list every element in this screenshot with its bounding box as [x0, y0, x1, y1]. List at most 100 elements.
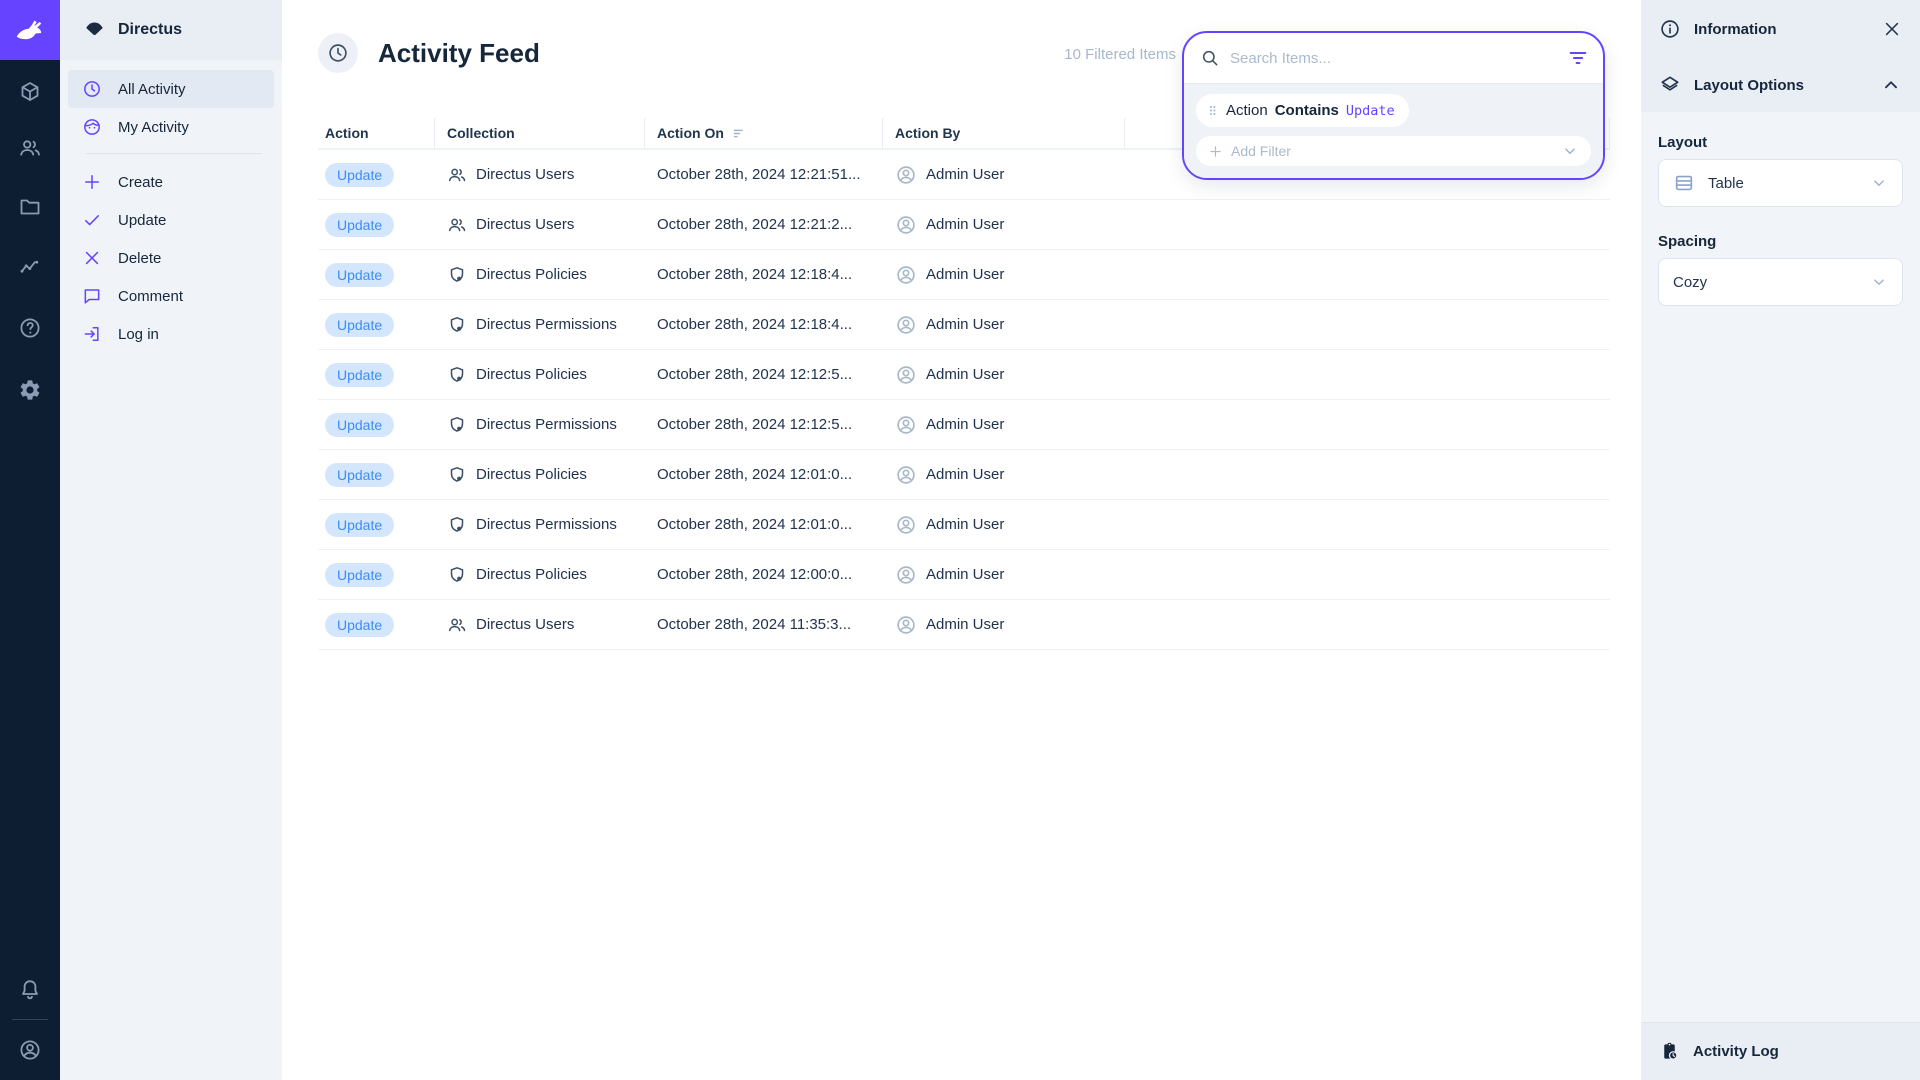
sidebar-section-layout-options[interactable]: Layout Options	[1641, 58, 1920, 112]
column-header-collection[interactable]: Collection	[435, 118, 645, 148]
cell-collection: Directus Policies	[435, 365, 645, 385]
info-icon	[1659, 18, 1681, 40]
action-badge: Update	[325, 613, 394, 637]
nav-item-label: Delete	[118, 250, 161, 267]
cell-action-on: October 28th, 2024 12:01:0...	[645, 466, 883, 483]
policy-shield-icon	[447, 415, 467, 435]
folder-icon	[18, 195, 42, 219]
module-account-button[interactable]	[18, 1038, 42, 1062]
nav-divider	[86, 153, 262, 154]
action-badge: Update	[325, 313, 394, 337]
nav-item-delete[interactable]: Delete	[68, 239, 274, 277]
table-row[interactable]: UpdateDirectus PoliciesOctober 28th, 202…	[318, 250, 1610, 300]
column-label: Action	[325, 125, 369, 141]
column-header-action-by[interactable]: Action By	[883, 118, 1125, 148]
nav-item-comment[interactable]: Comment	[68, 277, 274, 315]
column-header-action-on[interactable]: Action On	[645, 118, 883, 148]
column-header-action[interactable]: Action	[318, 118, 435, 148]
cell-collection: Directus Policies	[435, 265, 645, 285]
layers-icon	[1659, 74, 1681, 96]
cell-action: Update	[318, 313, 435, 337]
sidebar-section-information[interactable]: Information	[1641, 0, 1920, 58]
cell-collection: Directus Permissions	[435, 315, 645, 335]
people-icon	[18, 136, 42, 160]
search-input[interactable]	[1230, 50, 1557, 67]
cell-collection: Directus Users	[435, 615, 645, 635]
table-row[interactable]: Update Directus Policies October 28th, 202…	[318, 450, 1610, 500]
clock-icon	[327, 42, 349, 64]
table-row[interactable]: UpdateDirectus UsersOctober 28th, 2024 1…	[318, 200, 1610, 250]
module-settings-button[interactable]	[18, 378, 42, 402]
table-rows-icon	[1673, 172, 1695, 194]
nav-item-label: Log in	[118, 326, 159, 343]
avatar-icon	[895, 414, 917, 436]
action-by-user: Admin User	[926, 316, 1004, 333]
chevron-down-icon	[1561, 142, 1579, 160]
nav-item-my-activity[interactable]: My Activity	[68, 108, 274, 146]
table-row[interactable]: Update Directus Permissions October 28th, …	[318, 500, 1610, 550]
filter-list-icon[interactable]	[1567, 47, 1589, 69]
action-by-user: Admin User	[926, 416, 1004, 433]
cell-action: Update	[318, 363, 435, 387]
cell-action-on: October 28th, 2024 12:12:5...	[645, 416, 883, 433]
collection-name: Directus Permissions	[476, 516, 617, 533]
action-on-date: October 28th, 2024 12:00:0...	[657, 566, 852, 583]
action-on-date: October 28th, 2024 12:01:0...	[657, 466, 852, 483]
page-title: Activity Feed	[378, 38, 540, 69]
layout-select[interactable]: Table	[1658, 159, 1903, 207]
action-badge: Update	[325, 213, 394, 237]
table-row[interactable]: Update Directus Permissions October 28th, …	[318, 300, 1610, 350]
cell-action-by: Admin User	[883, 164, 1125, 186]
cell-action-on: October 28th, 2024 12:21:2...	[645, 216, 883, 233]
filter-field: Action	[1226, 102, 1268, 119]
filter-chip-action-contains-update[interactable]: Action Contains Update	[1196, 94, 1409, 127]
add-filter-button[interactable]: Add Filter	[1196, 136, 1591, 166]
module-user-directory-button[interactable]	[18, 136, 42, 160]
table-row[interactable]: UpdateDirectus UsersOctober 28th, 2024 1…	[318, 600, 1610, 650]
layout-field-label: Layout	[1658, 134, 1903, 151]
cell-action-on: October 28th, 2024 12:18:4...	[645, 316, 883, 333]
action-by-user: Admin User	[926, 166, 1004, 183]
cell-action: Update	[318, 413, 435, 437]
users-icon	[447, 215, 467, 235]
table-row[interactable]: UpdateDirectus PoliciesOctober 28th, 202…	[318, 550, 1610, 600]
layout-options-label: Layout Options	[1694, 77, 1804, 94]
nav-item-create[interactable]: Create	[68, 163, 274, 201]
avatar-icon	[895, 614, 917, 636]
directus-logo[interactable]	[0, 0, 60, 60]
action-on-date: October 28th, 2024 12:18:4...	[657, 316, 852, 333]
nav-item-all-activity[interactable]: All Activity	[68, 70, 274, 108]
collection-name: Directus Policies	[476, 266, 587, 283]
avatar-icon	[895, 214, 917, 236]
table-row[interactable]: UpdateDirectus PoliciesOctober 28th, 202…	[318, 350, 1610, 400]
cell-collection: Directus Policies	[435, 565, 645, 585]
add-filter-label: Add Filter	[1231, 143, 1291, 159]
module-files-button[interactable]	[18, 195, 42, 219]
collection-name: Directus Policies	[476, 466, 587, 483]
drag-handle-icon[interactable]	[1206, 103, 1219, 118]
module-insights-button[interactable]	[18, 255, 42, 279]
nav-item-update[interactable]: Update	[68, 201, 274, 239]
nav-item-log-in[interactable]: Log in	[68, 315, 274, 353]
cell-collection: Directus Users	[435, 165, 645, 185]
action-badge: Update	[325, 463, 394, 487]
activity-log-button[interactable]: Activity Log	[1641, 1022, 1920, 1080]
cell-action-on: October 28th, 2024 12:21:51...	[645, 166, 883, 183]
close-icon	[82, 248, 102, 268]
collection-name: Directus Users	[476, 166, 574, 183]
table-row[interactable]: UpdateDirectus PermissionsOctober 28th, …	[318, 400, 1610, 450]
policy-shield-icon	[447, 265, 467, 285]
spacing-select[interactable]: Cozy	[1658, 258, 1903, 306]
module-notifications-button[interactable]	[18, 978, 42, 1002]
cell-action-by: Admin User	[883, 364, 1125, 386]
close-icon[interactable]	[1882, 19, 1902, 39]
action-on-date: October 28th, 2024 12:01:0...	[657, 516, 852, 533]
collection-name: Directus Users	[476, 616, 574, 633]
layout-select-value: Table	[1708, 175, 1744, 192]
action-badge: Update	[325, 513, 394, 537]
check-icon	[82, 210, 102, 230]
project-switcher[interactable]: Directus	[60, 0, 282, 60]
module-help-button[interactable]	[18, 316, 42, 340]
module-content-button[interactable]	[18, 80, 42, 104]
information-label: Information	[1694, 21, 1777, 38]
